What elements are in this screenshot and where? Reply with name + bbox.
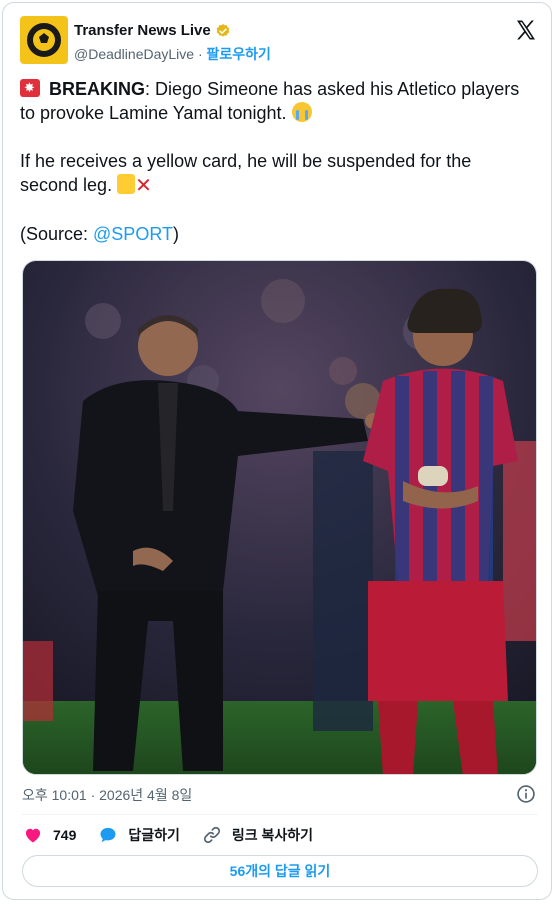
read-replies-button[interactable]: 56개의 답글 읽기	[22, 855, 538, 887]
tweet-line2-text: If he receives a yellow card, he will be…	[20, 151, 472, 195]
tweet-timestamp[interactable]: 오후 10:01 · 2026년 4월 8일	[22, 785, 192, 805]
reply-label: 답글하기	[128, 827, 180, 843]
siren-emoji-icon	[20, 79, 40, 97]
like-count: 749	[53, 827, 77, 843]
reply-bubble-icon[interactable]	[98, 825, 118, 845]
handle-separator: ·	[197, 46, 203, 62]
breaking-label: BREAKING	[49, 79, 146, 99]
x-logo-icon[interactable]	[514, 18, 538, 42]
heart-icon[interactable]	[23, 825, 43, 845]
info-icon[interactable]	[516, 784, 536, 804]
crying-face-emoji-icon	[291, 102, 312, 122]
stadium-photo-image	[23, 261, 536, 774]
cross-mark-emoji-icon: ✕	[135, 175, 152, 197]
football-logo-icon	[27, 23, 61, 57]
account-avatar[interactable]	[20, 16, 68, 64]
tweet-header: Transfer News Live @DeadlineDayLive · 팔로…	[20, 16, 540, 66]
follow-button[interactable]: 팔로우하기	[207, 46, 271, 62]
copy-link-action[interactable]: 링크 복사하기	[202, 825, 313, 845]
verified-badge-icon	[216, 23, 230, 37]
account-handle[interactable]: @DeadlineDayLive	[74, 46, 194, 62]
yellow-square-emoji-icon	[117, 174, 136, 194]
name-row: Transfer News Live	[74, 22, 231, 39]
source-suffix: )	[173, 224, 179, 244]
reply-action[interactable]: 답글하기	[98, 825, 180, 845]
action-bar: 749 답글하기 링크 복사하기	[23, 823, 335, 847]
tweet-line-1: BREAKING: Diego Simeone has asked his At…	[20, 77, 520, 125]
tweet-source: (Source: @SPORT)	[20, 222, 520, 246]
source-prefix: (Source:	[20, 224, 94, 244]
link-icon[interactable]	[202, 825, 222, 845]
source-link[interactable]: @SPORT	[93, 224, 173, 244]
tweet-photo[interactable]	[22, 260, 537, 775]
tweet-card: Transfer News Live @DeadlineDayLive · 팔로…	[2, 2, 552, 900]
divider	[22, 814, 537, 815]
copy-link-label: 링크 복사하기	[231, 827, 314, 843]
like-action[interactable]: 749	[23, 825, 76, 845]
tweet-line-2: If he receives a yellow card, he will be…	[20, 149, 520, 198]
account-name[interactable]: Transfer News Live	[74, 22, 211, 39]
tweet-text: BREAKING: Diego Simeone has asked his At…	[20, 77, 520, 246]
handle-row: @DeadlineDayLive · 팔로우하기	[74, 44, 271, 64]
